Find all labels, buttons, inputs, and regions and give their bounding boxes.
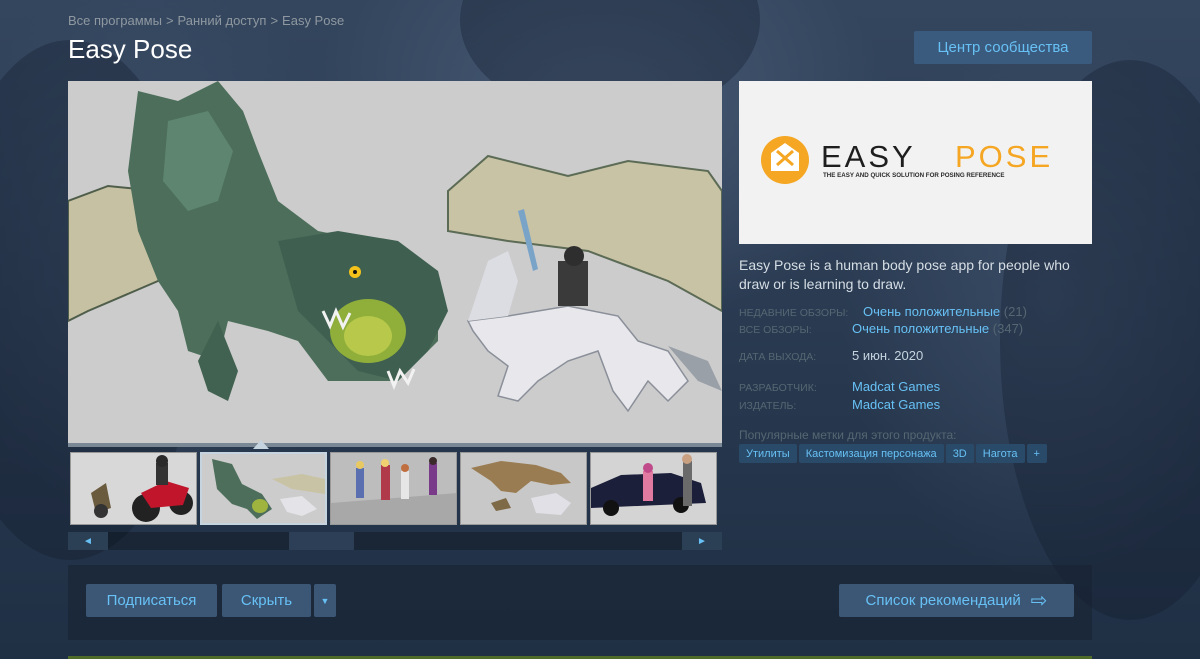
developer-link[interactable]: Madcat Games <box>852 379 940 394</box>
developer-label: РАЗРАБОТЧИК: <box>739 382 817 394</box>
page-title: Easy Pose <box>68 34 193 64</box>
recent-reviews-label: НЕДАВНИЕ ОБЗОРЫ: <box>739 307 849 319</box>
game-header-image: EASY POSE THE EASY AND QUICK SOLUTION FO… <box>739 81 1092 244</box>
active-thumbnail-marker <box>253 440 269 449</box>
all-reviews-summary[interactable]: Очень положительные <box>852 321 989 336</box>
screenshot-progress-bar <box>68 443 722 447</box>
recent-reviews-value[interactable]: Очень положительные (21) <box>863 304 1027 319</box>
game-description: Easy Pose is a human body pose app for p… <box>739 257 1070 292</box>
breadcrumb-separator: > <box>270 13 279 28</box>
logo-tagline: THE EASY AND QUICK SOLUTION FOR POSING R… <box>823 172 1005 179</box>
breadcrumb-separator: > <box>165 13 174 28</box>
wishlist-button[interactable]: Список рекомендаций ⇨ <box>839 584 1074 617</box>
scroll-left-button[interactable]: ◄ <box>68 532 108 550</box>
car-scene-image <box>591 453 716 524</box>
publisher-link[interactable]: Madcat Games <box>852 397 940 412</box>
thumbnail-scrollbar[interactable]: ◄ ► <box>68 532 722 550</box>
release-date-label: ДАТА ВЫХОДА: <box>739 351 817 363</box>
dragon-scene-image <box>68 81 722 447</box>
thumbnail-strip <box>68 452 722 528</box>
follow-button[interactable]: Подписаться <box>86 584 217 617</box>
scrollbar-handle[interactable] <box>289 532 354 550</box>
thumbnail-dinosaur[interactable] <box>460 452 587 525</box>
dragon-scene-thumbnail <box>202 454 325 523</box>
all-reviews-value[interactable]: Очень положительные (347) <box>852 321 1023 336</box>
all-reviews-count: (347) <box>992 321 1024 336</box>
tag-more-button[interactable]: + <box>1026 444 1047 463</box>
thumbnail-dragon[interactable] <box>200 452 327 525</box>
scroll-right-button[interactable]: ► <box>682 532 722 550</box>
main-screenshot[interactable] <box>68 81 722 447</box>
ignore-dropdown-button[interactable]: ▼ <box>314 584 336 617</box>
arrow-right-icon: ⇨ <box>1030 590 1048 612</box>
tag-character-customization[interactable]: Кастомизация персонажа <box>798 444 944 463</box>
logo-text-easy: EASY <box>821 139 916 174</box>
tag-utilities[interactable]: Утилиты <box>739 444 797 463</box>
ignore-button[interactable]: Скрыть <box>222 584 311 617</box>
popular-tags: Утилиты Кастомизация персонажа 3D Нагота… <box>739 444 1047 463</box>
release-date-value: 5 июн. 2020 <box>852 348 924 363</box>
popular-tags-title: Популярные метки для этого продукта: <box>739 428 957 442</box>
publisher-row: ИЗДАТЕЛЬ: Madcat Games <box>739 397 940 412</box>
all-reviews-row: ВСЕ ОБЗОРЫ: Очень положительные (347) <box>739 321 1023 336</box>
publisher-label: ИЗДАТЕЛЬ: <box>739 400 797 412</box>
tag-nudity[interactable]: Нагота <box>975 444 1025 463</box>
breadcrumb-early-access[interactable]: Ранний доступ <box>178 13 267 28</box>
recent-reviews-count: (21) <box>1003 304 1027 319</box>
thumbnail-car[interactable] <box>590 452 717 525</box>
thumbnail-group-poses[interactable] <box>330 452 457 525</box>
all-reviews-label: ВСЕ ОБЗОРЫ: <box>739 324 812 336</box>
logo-text-pose: POSE <box>955 139 1053 174</box>
community-hub-button[interactable]: Центр сообщества <box>914 31 1092 64</box>
group-poses-scene-image <box>331 453 456 524</box>
motorcycle-scene-image <box>71 453 196 524</box>
recent-reviews-row: НЕДАВНИЕ ОБЗОРЫ: Очень положительные (21… <box>739 304 1027 319</box>
thumbnail-motorcycle[interactable] <box>70 452 197 525</box>
release-date-row: ДАТА ВЫХОДА: 5 июн. 2020 <box>739 348 923 363</box>
developer-row: РАЗРАБОТЧИК: Madcat Games <box>739 379 940 394</box>
breadcrumb-current[interactable]: Easy Pose <box>282 13 344 28</box>
dinosaur-scene-image <box>461 453 586 524</box>
tag-3d[interactable]: 3D <box>945 444 974 463</box>
recent-reviews-summary[interactable]: Очень положительные <box>863 304 1000 319</box>
wishlist-button-label: Список рекомендаций <box>865 592 1021 609</box>
breadcrumb-all-software[interactable]: Все программы <box>68 13 162 28</box>
easy-pose-logo: EASY POSE THE EASY AND QUICK SOLUTION FO… <box>739 81 1092 244</box>
breadcrumb: Все программы > Ранний доступ > Easy Pose <box>68 13 344 28</box>
